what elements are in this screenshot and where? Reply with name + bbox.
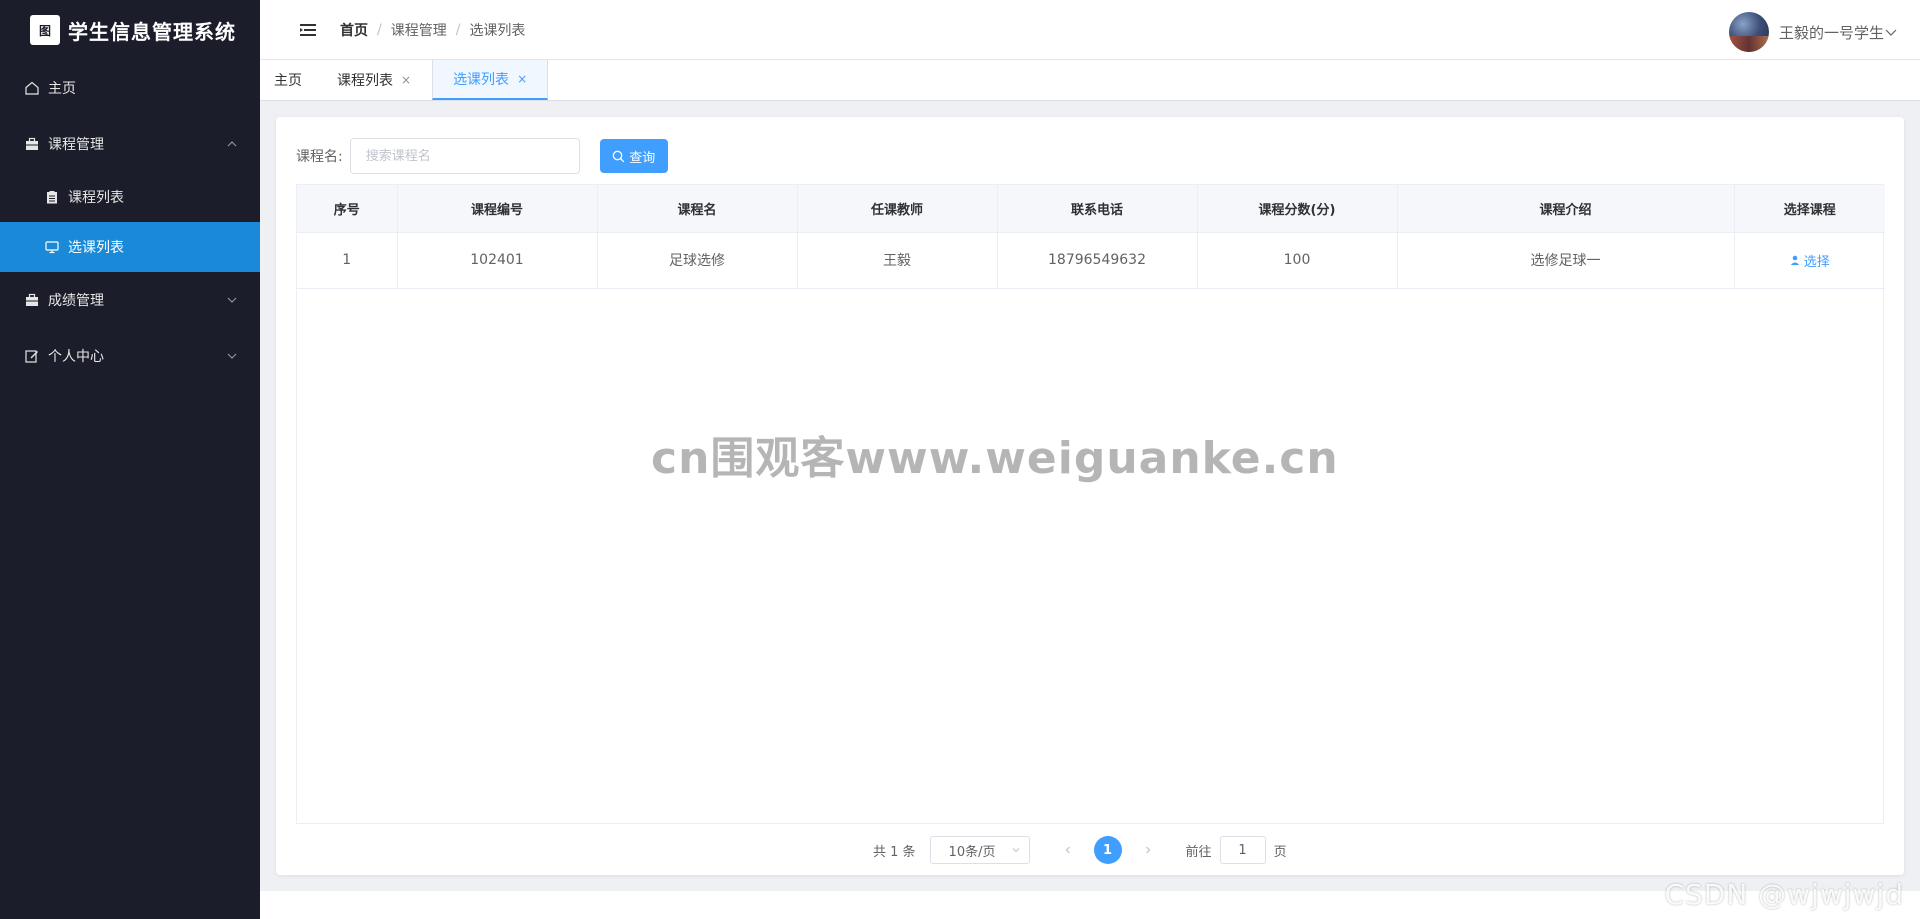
column-header: 联系电话 — [997, 185, 1198, 233]
table-row: 1 102401 足球选修 王毅 18796549632 100 选修足球一 选… — [297, 232, 1885, 289]
cell-score: 100 — [1197, 232, 1398, 289]
search-bar: 课程名: 查询 — [296, 138, 668, 174]
sidebar-menu: 主页 课程管理 课程列表 选课列表 成绩管理 个人中心 — [0, 60, 260, 384]
sidebar-item-label: 主页 — [48, 81, 76, 97]
watermark-text: cn围观客www.weiguanke.cn — [651, 433, 1339, 484]
tab-label: 课程列表 — [337, 73, 393, 89]
page-size-value: 10条/页 — [948, 844, 996, 860]
query-button[interactable]: 查询 — [599, 139, 668, 173]
prev-page-button[interactable] — [1054, 836, 1082, 864]
avatar — [1728, 12, 1769, 52]
sidebar-item-personal-center[interactable]: 个人中心 — [0, 328, 260, 384]
sidebar-item-course-management[interactable]: 课程管理 — [0, 116, 260, 172]
sidebar-item-home[interactable]: 主页 — [0, 60, 260, 116]
cell-intro: 选修足球一 — [1397, 232, 1735, 289]
jump-suffix: 页 — [1273, 844, 1287, 860]
column-header: 任课教师 — [797, 185, 998, 233]
chevron-up-icon — [227, 141, 237, 147]
search-icon — [612, 150, 625, 162]
logo-icon: 图 — [30, 15, 60, 45]
content-card: 课程名: 查询 序号 课程编号 课程名 任课教师 — [276, 117, 1904, 875]
user-menu[interactable]: 王毅的一号学生 — [1728, 12, 1898, 52]
sidebar-item-course-list[interactable]: 课程列表 — [0, 172, 260, 222]
search-label: 课程名: — [296, 149, 343, 165]
corner-watermark: CSDN @wjwjwjd — [1664, 878, 1904, 911]
cell-phone: 18796549632 — [997, 232, 1198, 289]
search-input[interactable] — [349, 138, 580, 174]
clipboard-icon — [44, 189, 60, 205]
briefcase-icon — [24, 136, 40, 152]
user-name: 王毅的一号学生 — [1778, 23, 1884, 42]
chevron-down-icon — [1012, 848, 1019, 853]
select-course-label: 选择 — [1803, 254, 1830, 270]
table-header-row: 序号 课程编号 课程名 任课教师 联系电话 课程分数(分) 课程介绍 选择课程 — [297, 185, 1885, 233]
column-header: 课程名 — [597, 185, 798, 233]
jump-page-input[interactable] — [1219, 836, 1266, 864]
tab-bar: 主页 课程列表 × 选课列表 × — [260, 60, 1920, 101]
tab-course-selection[interactable]: 选课列表 × — [432, 60, 549, 100]
column-header: 课程分数(分) — [1197, 185, 1398, 233]
sidebar-item-label: 成绩管理 — [48, 293, 104, 309]
edit-icon — [24, 348, 40, 364]
sidebar: 图 学生信息管理系统 主页 课程管理 课程列表 选课列表 成绩管理 个人中心 — [0, 0, 260, 919]
breadcrumb: 首页 / 课程管理 / 选课列表 — [340, 20, 525, 40]
chevron-right-icon — [1145, 846, 1150, 854]
app-logo[interactable]: 图 学生信息管理系统 — [0, 0, 260, 60]
column-header: 课程介绍 — [1397, 185, 1735, 233]
menu-toggle-icon[interactable] — [298, 20, 318, 40]
tab-course-list[interactable]: 课程列表 × — [317, 60, 432, 100]
sidebar-item-course-selection[interactable]: 选课列表 — [0, 222, 260, 272]
next-page-button[interactable] — [1134, 836, 1162, 864]
breadcrumb-separator: / — [455, 21, 461, 38]
breadcrumb-course-management: 课程管理 — [390, 22, 447, 39]
monitor-icon — [44, 239, 60, 255]
chevron-left-icon — [1065, 846, 1070, 854]
main-content: 课程名: 查询 序号 课程编号 课程名 任课教师 — [260, 101, 1920, 891]
column-header: 序号 — [297, 185, 398, 233]
sidebar-item-label: 课程列表 — [68, 190, 124, 206]
sidebar-item-label: 个人中心 — [48, 349, 104, 365]
tab-label: 选课列表 — [453, 72, 510, 88]
sidebar-item-label: 选课列表 — [68, 240, 124, 256]
query-button-label: 查询 — [629, 150, 656, 166]
top-header: 首页 / 课程管理 / 选课列表 王毅的一号学生 — [260, 0, 1920, 60]
column-header: 选择课程 — [1734, 185, 1885, 233]
breadcrumb-current: 选课列表 — [469, 22, 526, 39]
cell-index: 1 — [297, 232, 398, 289]
user-icon — [1790, 255, 1799, 265]
app-title: 学生信息管理系统 — [68, 19, 236, 44]
column-header: 课程编号 — [397, 185, 598, 233]
cell-action: 选择 — [1734, 232, 1885, 289]
cell-course-code: 102401 — [397, 232, 598, 289]
page-number-button[interactable]: 1 — [1093, 836, 1122, 864]
pagination-total: 共 1 条 — [873, 844, 916, 860]
sidebar-item-label: 课程管理 — [48, 137, 104, 153]
briefcase-icon — [24, 292, 40, 308]
close-icon[interactable]: × — [401, 73, 411, 87]
chevron-down-icon — [227, 297, 237, 303]
page-size-select[interactable]: 10条/页 — [929, 836, 1030, 864]
tab-home[interactable]: 主页 — [260, 60, 317, 100]
jump-label: 前往 — [1185, 844, 1212, 860]
course-table: 序号 课程编号 课程名 任课教师 联系电话 课程分数(分) 课程介绍 选择课程 … — [296, 184, 1885, 824]
home-icon — [24, 80, 40, 96]
chevron-down-icon — [227, 353, 237, 359]
close-icon[interactable]: × — [517, 72, 527, 86]
tab-label: 主页 — [274, 73, 302, 89]
chevron-down-icon — [1885, 29, 1897, 36]
select-course-button[interactable]: 选择 — [1790, 251, 1830, 270]
cell-course-name: 足球选修 — [597, 232, 798, 289]
breadcrumb-home[interactable]: 首页 — [340, 20, 368, 40]
pagination: 共 1 条 10条/页 1 前往 页 — [873, 836, 1287, 864]
cell-teacher: 王毅 — [797, 232, 998, 289]
breadcrumb-separator: / — [377, 21, 382, 38]
sidebar-item-grade-management[interactable]: 成绩管理 — [0, 272, 260, 328]
